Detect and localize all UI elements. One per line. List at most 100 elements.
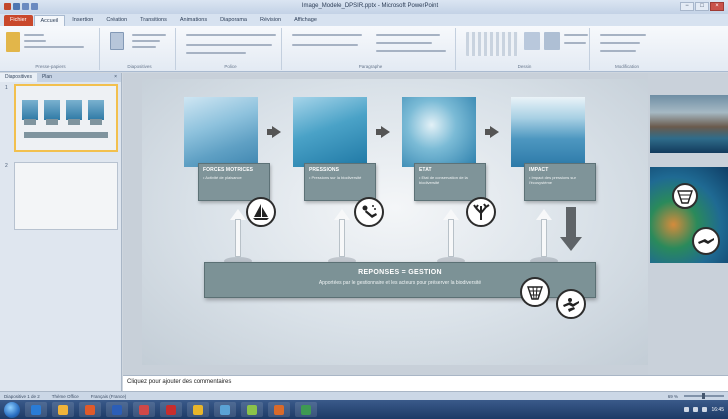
card-driving-forces[interactable]: FORCES MOTRICES • Activité de plaisance (198, 163, 270, 201)
powerpoint-logo-icon (4, 3, 11, 10)
tab-outline[interactable]: Plan (37, 73, 57, 82)
arrow-up-icon (443, 209, 459, 257)
close-button[interactable]: × (710, 2, 724, 11)
slide[interactable]: FORCES MOTRICES • Activité de plaisance … (142, 79, 648, 365)
group-label: Police (224, 64, 237, 69)
fishing-net-icon (672, 183, 698, 209)
language[interactable]: Français (France) (91, 394, 127, 399)
tab-transitions[interactable]: Transitions (134, 15, 173, 26)
taskbar-word[interactable] (106, 402, 128, 417)
taskbar-paint[interactable] (214, 402, 236, 417)
network-icon[interactable] (684, 407, 690, 412)
right-photo-strip (648, 73, 728, 375)
start-button[interactable] (4, 401, 20, 418)
taskbar-ie[interactable] (25, 402, 47, 417)
chrome-icon (193, 404, 203, 415)
sailboat-icon (246, 197, 276, 227)
photos-icon (247, 404, 257, 415)
tab-view[interactable]: Affichage (288, 15, 323, 26)
excel-icon (139, 404, 149, 415)
flag-icon[interactable] (702, 407, 708, 412)
group-label: Diapositives (127, 64, 152, 69)
notes-pane[interactable]: Cliquez pour ajouter des commentaires (123, 375, 728, 391)
taskbar-photos[interactable] (241, 402, 263, 417)
zoom-level[interactable]: 69 % (668, 394, 678, 399)
ie-icon (31, 404, 41, 415)
group-label: Modification (614, 64, 639, 69)
theme-name[interactable]: Thème Office (52, 394, 79, 399)
shapes-gallery[interactable] (466, 32, 518, 56)
group-paragraph: Paragraphe (286, 28, 456, 70)
arrow-up-icon (536, 209, 552, 257)
arrow-right-icon (267, 126, 281, 138)
boats-photo[interactable] (511, 97, 585, 167)
redo-icon[interactable] (31, 3, 38, 10)
card-pressures[interactable]: PRESSIONS • Pressions sur la biodiversit… (304, 163, 376, 201)
taskbar-excel[interactable] (133, 402, 155, 417)
slide-number: 1 (5, 85, 8, 91)
tab-insert[interactable]: Insertion (66, 15, 99, 26)
group-label: Dessin (517, 64, 532, 69)
status-bar: Diapositive 1 de 2 Thème Office Français… (0, 391, 728, 400)
tab-review[interactable]: Révision (254, 15, 287, 26)
close-pane-button[interactable]: × (110, 73, 121, 82)
new-slide-icon[interactable] (110, 32, 124, 50)
project-icon (301, 404, 311, 415)
divers-photo[interactable] (293, 97, 367, 167)
taskbar-chrome[interactable] (187, 402, 209, 417)
system-tray: 16:45 (684, 407, 728, 413)
diver-icon (354, 197, 384, 227)
slide-thumbnail-2[interactable] (14, 162, 118, 230)
slides-pane-tabs: Diapositives Plan × (0, 73, 121, 82)
taskbar: 16:45 (0, 400, 728, 419)
divers-group-icon (556, 289, 586, 319)
clock[interactable]: 16:45 (711, 407, 724, 413)
group-label: Presse-papiers (35, 64, 66, 69)
card-impact[interactable]: IMPACT • Impact des pressions sur l'écos… (524, 163, 596, 201)
tab-slideshow[interactable]: Diaporama (214, 15, 253, 26)
arrow-up-icon (230, 209, 246, 257)
slide-thumbnail-1[interactable] (14, 84, 118, 152)
group-slides: Diapositives (104, 28, 176, 70)
arrange-icon[interactable] (524, 32, 540, 50)
tab-slides[interactable]: Diapositives (0, 73, 37, 82)
save-icon[interactable] (13, 3, 20, 10)
volume-icon[interactable] (693, 407, 699, 412)
arrow-right-icon (376, 126, 390, 138)
paint-icon (220, 404, 230, 415)
taskbar-acrobat[interactable] (160, 402, 182, 417)
fishing-net-icon (520, 277, 550, 307)
slide-canvas: FORCES MOTRICES • Activité de plaisance … (123, 73, 648, 375)
arrow-up-icon (334, 209, 350, 257)
taskbar-project[interactable] (295, 402, 317, 417)
taskbar-media[interactable] (79, 402, 101, 417)
undo-icon[interactable] (22, 3, 29, 10)
beach-photo[interactable] (184, 97, 258, 167)
card-subtitle: • Impact des pressions sur l'écosystème (529, 175, 576, 185)
tab-file[interactable]: Fichier (4, 15, 33, 26)
zoom-slider[interactable] (684, 393, 724, 399)
card-subtitle: • Etat de conservation de la biodiversit… (419, 175, 468, 185)
minimize-button[interactable]: − (680, 2, 694, 11)
taskbar-folder[interactable] (52, 402, 74, 417)
maximize-button[interactable]: □ (695, 2, 709, 11)
tab-animations[interactable]: Animations (174, 15, 213, 26)
powerpoint-icon (274, 404, 284, 415)
response-title: REPONSES = GESTION (358, 269, 442, 276)
folder-icon (58, 404, 68, 415)
word-icon (112, 404, 122, 415)
fishermen-photo[interactable] (650, 95, 728, 153)
group-font: Police (180, 28, 282, 70)
quick-styles-icon[interactable] (544, 32, 560, 50)
paste-icon[interactable] (6, 32, 20, 52)
arrow-down-icon (560, 207, 582, 251)
seabed-photo[interactable] (402, 97, 476, 167)
tab-home[interactable]: Accueil (33, 15, 66, 26)
title-bar: Image_Modele_DPSIR.pptx - Microsoft Powe… (0, 0, 728, 14)
window-controls: − □ × (680, 2, 724, 11)
group-editing: Modification (594, 28, 660, 70)
window-title: Image_Modele_DPSIR.pptx - Microsoft Powe… (301, 3, 439, 9)
tab-design[interactable]: Création (100, 15, 133, 26)
card-state[interactable]: ETAT • Etat de conservation de la biodiv… (414, 163, 486, 201)
taskbar-powerpoint[interactable] (268, 402, 290, 417)
